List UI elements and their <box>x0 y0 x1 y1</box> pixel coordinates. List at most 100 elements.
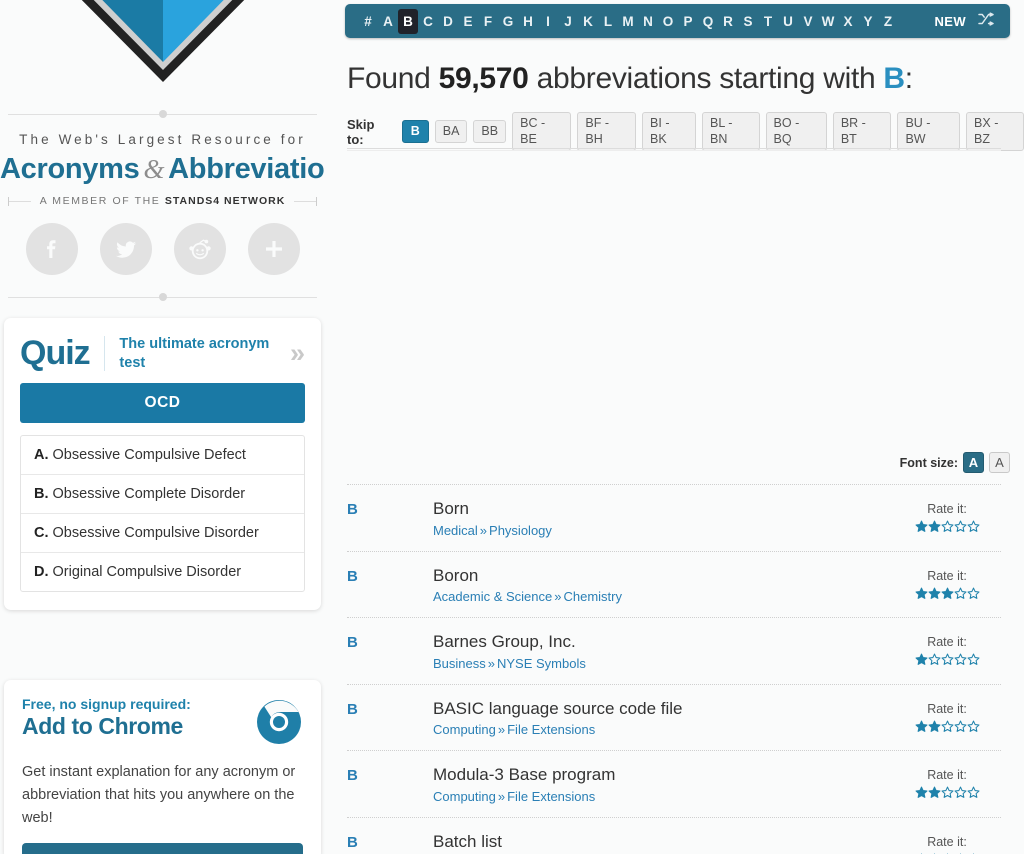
result-abbreviation[interactable]: B <box>347 832 433 851</box>
result-abbreviation[interactable]: B <box>347 499 433 518</box>
nav-letter-v[interactable]: V <box>798 11 818 32</box>
skip-chip-bb[interactable]: BB <box>473 119 507 144</box>
nav-letter-e[interactable]: E <box>458 11 478 32</box>
skip-chip-br-bt[interactable]: BR - BT <box>832 112 892 152</box>
result-category: Computing» File Extensions <box>433 789 893 804</box>
nav-letter-m[interactable]: M <box>618 11 638 32</box>
star-rating[interactable] <box>893 519 1001 535</box>
skip-chip-bx-bz[interactable]: BX - BZ <box>966 112 1024 152</box>
stands4-shield-logo[interactable] <box>50 0 276 86</box>
nav-letter-r[interactable]: R <box>718 11 738 32</box>
result-title[interactable]: Boron <box>433 566 893 586</box>
main-content: # A B C D E F G H I J K L M N O P Q R S … <box>325 0 1024 854</box>
logo-area: The Web's Largest Resource for Acronyms &… <box>0 0 358 303</box>
rule-left <box>8 196 31 206</box>
nav-letter-o[interactable]: O <box>658 11 678 32</box>
chrome-install-button[interactable] <box>22 842 303 854</box>
nav-letter-b[interactable]: B <box>398 8 418 34</box>
twitter-icon[interactable] <box>99 223 152 275</box>
result-category-secondary[interactable]: File Extensions <box>507 789 595 804</box>
skip-chip-bl-bn[interactable]: BL - BN <box>702 112 760 152</box>
result-abbreviation[interactable]: B <box>347 566 433 585</box>
facebook-icon[interactable] <box>25 223 78 275</box>
star-rating[interactable] <box>893 652 1001 668</box>
nav-letter-d[interactable]: D <box>438 11 458 32</box>
quiz-answer-a[interactable]: A. Obsessive Compulsive Defect <box>21 436 304 475</box>
nav-letter-j[interactable]: J <box>558 11 578 32</box>
skip-chip-bi-bk[interactable]: BI - BK <box>642 112 696 152</box>
result-category-secondary[interactable]: File Extensions <box>507 722 595 737</box>
quiz-header[interactable]: Quiz The ultimate acronym test » <box>20 332 305 383</box>
result-abbreviation[interactable]: B <box>347 765 433 784</box>
result-category-primary[interactable]: Computing <box>433 789 496 804</box>
skip-chip-bo-bq[interactable]: BO - BQ <box>765 112 827 152</box>
result-category-primary[interactable]: Business <box>433 656 486 671</box>
star-4 <box>954 653 966 666</box>
skip-chip-ba[interactable]: BA <box>434 119 468 144</box>
font-size-small-button[interactable]: A <box>989 452 1010 473</box>
divider-dot-bottom <box>8 291 317 303</box>
social-links <box>0 223 325 275</box>
result-title[interactable]: Batch list <box>433 832 893 852</box>
star-rating[interactable] <box>893 785 1001 801</box>
nav-letter-z[interactable]: Z <box>878 11 898 32</box>
skip-chip-b[interactable]: B <box>401 119 429 144</box>
nav-letter-t[interactable]: T <box>758 11 778 32</box>
result-category-primary[interactable]: Computing <box>433 722 496 737</box>
star-rating[interactable] <box>893 586 1001 602</box>
result-title[interactable]: Born <box>433 499 893 519</box>
reddit-icon[interactable] <box>173 223 226 275</box>
nav-letter-u[interactable]: U <box>778 11 798 32</box>
nav-letter-f[interactable]: F <box>478 11 498 32</box>
answer-text-a: Obsessive Compulsive Defect <box>52 447 246 463</box>
star-3 <box>941 786 953 799</box>
nav-letter-q[interactable]: Q <box>698 11 718 32</box>
quiz-answer-d[interactable]: D. Original Compulsive Disorder <box>21 553 304 591</box>
shuffle-icon[interactable] <box>978 11 994 31</box>
nav-letter-h[interactable]: H <box>518 11 538 32</box>
result-category-secondary[interactable]: NYSE Symbols <box>497 656 586 671</box>
share-more-icon[interactable] <box>247 223 300 275</box>
result-body: Boron Academic & Science» Chemistry <box>433 566 893 605</box>
star-2 <box>928 653 940 666</box>
star-rating[interactable] <box>893 719 1001 735</box>
skip-chip-bf-bh[interactable]: BF - BH <box>577 112 637 152</box>
result-title[interactable]: Barnes Group, Inc. <box>433 632 893 652</box>
result-title[interactable]: Modula-3 Base program <box>433 765 893 785</box>
rate-label: Rate it: <box>927 502 967 516</box>
nav-letter-y[interactable]: Y <box>858 11 878 32</box>
nav-letter-s[interactable]: S <box>738 11 758 32</box>
nav-letter-g[interactable]: G <box>498 11 518 32</box>
nav-letter-hash[interactable]: # <box>358 11 378 32</box>
nav-letter-k[interactable]: K <box>578 11 598 32</box>
title-suffix: : <box>904 62 913 95</box>
quiz-answer-c[interactable]: C. Obsessive Compulsive Disorder <box>21 514 304 553</box>
result-category-secondary[interactable]: Physiology <box>489 523 552 538</box>
result-category-secondary[interactable]: Chemistry <box>563 589 622 604</box>
result-title[interactable]: BASIC language source code file <box>433 699 893 719</box>
nav-letter-a[interactable]: A <box>378 11 398 32</box>
nav-letter-p[interactable]: P <box>678 11 698 32</box>
chevron-right-icon[interactable]: » <box>290 340 305 367</box>
star-5 <box>967 786 979 799</box>
nav-new-link[interactable]: NEW <box>934 14 966 29</box>
nav-letter-i[interactable]: I <box>538 11 558 32</box>
skip-chip-bc-be[interactable]: BC - BE <box>512 112 572 152</box>
quiz-answers: A. Obsessive Compulsive Defect B. Obsess… <box>20 435 305 592</box>
font-size-large-button[interactable]: A <box>963 452 984 473</box>
quiz-answer-b[interactable]: B. Obsessive Complete Disorder <box>21 475 304 514</box>
star-4 <box>954 587 966 599</box>
nav-letter-l[interactable]: L <box>598 11 618 32</box>
result-category-primary[interactable]: Academic & Science <box>433 589 552 604</box>
result-category-primary[interactable]: Medical <box>433 523 478 538</box>
result-abbreviation[interactable]: B <box>347 699 433 718</box>
skip-chip-bu-bw[interactable]: BU - BW <box>897 112 961 152</box>
star-2 <box>928 786 940 799</box>
nav-letter-n[interactable]: N <box>638 11 658 32</box>
answer-text-d: Original Compulsive Disorder <box>52 564 242 580</box>
result-abbreviation[interactable]: B <box>347 632 433 651</box>
nav-letter-c[interactable]: C <box>418 11 438 32</box>
nav-letter-w[interactable]: W <box>818 11 838 32</box>
rate-label: Rate it: <box>927 635 967 650</box>
nav-letter-x[interactable]: X <box>838 11 858 32</box>
